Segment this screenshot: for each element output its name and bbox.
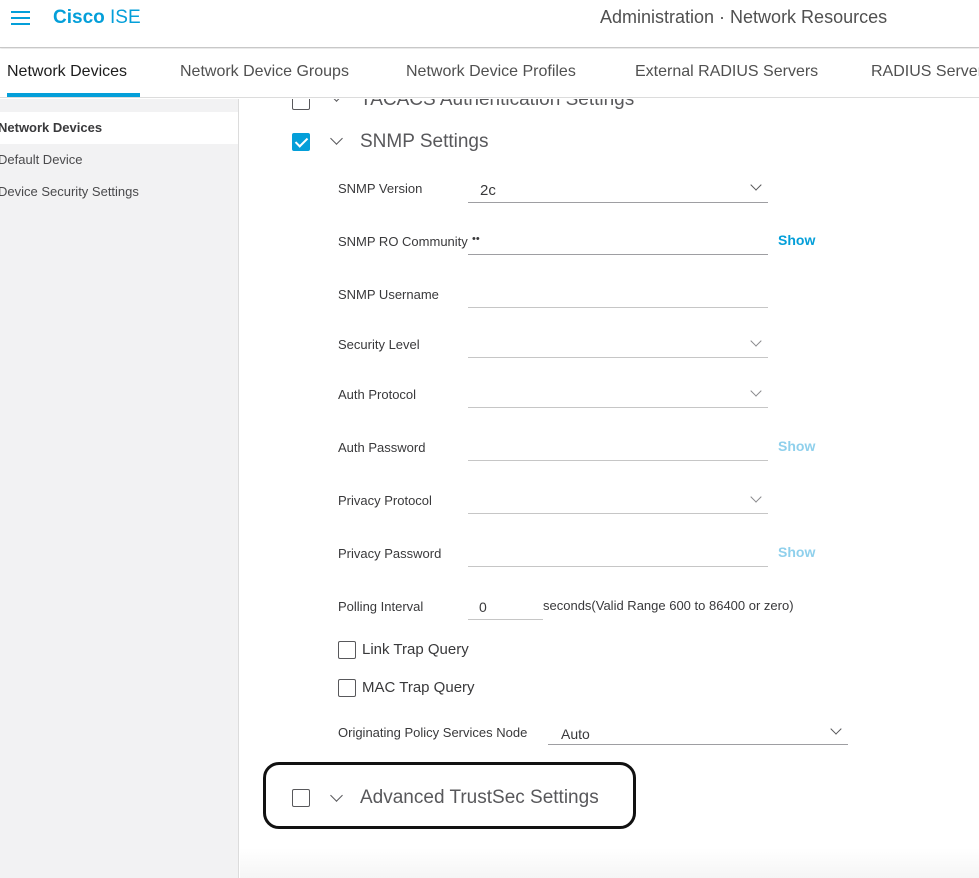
tacacs-checkbox[interactable] [292,99,310,110]
main-content: TACACS Authentication Settings SNMP Sett… [240,99,979,878]
originating-psn-value[interactable]: Auto [561,726,590,742]
snmp-username-input[interactable] [468,307,768,308]
mac-trap-query-label[interactable]: MAC Trap Query [362,679,475,696]
snmp-version-value[interactable]: 2c [480,182,496,199]
snmp-section-title[interactable]: SNMP Settings [360,131,488,153]
sidebar-item-label: Network Devices [0,120,103,135]
originating-psn-dropdown[interactable] [548,744,848,745]
snmp-ro-community-input[interactable]: •• [472,233,480,245]
tab-network-devices[interactable]: Network Devices [7,63,127,81]
tab-network-device-groups[interactable]: Network Device Groups [180,63,349,81]
auth-password-input[interactable] [468,460,768,461]
bottom-fade [240,848,979,878]
privacy-protocol-dropdown[interactable] [468,513,768,514]
polling-interval-value[interactable]: 0 [479,599,487,615]
snmp-chevron-down-icon[interactable] [330,132,343,145]
sidebar-item-device-security-settings[interactable]: Device Security Settings [0,176,238,208]
brand-logo[interactable]: Cisco ISE [53,7,141,29]
snmp-username-label: SNMP Username [338,287,439,302]
top-bar: Cisco ISE Administration · Network Resou… [0,0,979,48]
sidebar-item-network-devices[interactable]: Network Devices [0,112,238,144]
sidebar: Network Devices Default Device Device Se… [0,99,239,878]
sidebar-item-label: Device Security Settings [0,184,139,199]
tacacs-section-title[interactable]: TACACS Authentication Settings [360,99,634,111]
originating-psn-chevron-down-icon[interactable] [830,723,842,735]
snmp-ro-community-label: SNMP RO Community [338,234,468,249]
link-trap-query-checkbox[interactable] [338,641,356,659]
polling-interval-input[interactable] [468,619,543,620]
auth-protocol-dropdown[interactable] [468,407,768,408]
privacy-password-input[interactable] [468,566,768,567]
security-level-dropdown[interactable] [468,357,768,358]
auth-protocol-chevron-down-icon[interactable] [750,385,762,397]
brand-bold: Cisco [53,7,105,28]
privacy-protocol-label: Privacy Protocol [338,493,432,508]
tab-network-device-profiles[interactable]: Network Device Profiles [406,63,576,81]
security-level-label: Security Level [338,337,420,352]
privacy-password-show-button[interactable]: Show [778,544,815,560]
trustsec-section-title[interactable]: Advanced TrustSec Settings [360,787,599,809]
hamburger-menu-icon[interactable] [11,11,30,25]
security-level-chevron-down-icon[interactable] [750,335,762,347]
polling-interval-helper: seconds(Valid Range 600 to 86400 or zero… [543,598,794,613]
trustsec-checkbox[interactable] [292,789,310,807]
tab-radius-servers[interactable]: RADIUS Servers [871,63,979,81]
tab-external-radius-servers[interactable]: External RADIUS Servers [635,63,818,81]
snmp-ro-community-show-button[interactable]: Show [778,232,815,248]
page-title: Administration · Network Resources [600,7,888,27]
originating-psn-label: Originating Policy Services Node [338,725,528,740]
privacy-password-label: Privacy Password [338,546,442,561]
auth-protocol-label: Auth Protocol [338,387,417,402]
snmp-ro-community-underline [468,254,768,255]
snmp-checkbox[interactable] [292,133,310,151]
snmp-version-label: SNMP Version [338,181,423,196]
link-trap-query-label[interactable]: Link Trap Query [362,641,469,658]
auth-password-show-button[interactable]: Show [778,438,815,454]
tab-bar: Network Devices Network Device Groups Ne… [0,49,979,98]
brand-rest: ISE [104,7,141,28]
mac-trap-query-checkbox[interactable] [338,679,356,697]
tacacs-chevron-down-icon[interactable] [330,99,343,102]
active-tab-indicator [7,93,140,97]
snmp-version-chevron-down-icon[interactable] [750,179,762,191]
snmp-version-dropdown[interactable] [468,202,768,203]
auth-password-label: Auth Password [338,440,426,455]
polling-interval-label: Polling Interval [338,599,424,614]
sidebar-item-label: Default Device [0,152,83,167]
sidebar-item-default-device[interactable]: Default Device [0,144,238,176]
privacy-protocol-chevron-down-icon[interactable] [750,491,762,503]
